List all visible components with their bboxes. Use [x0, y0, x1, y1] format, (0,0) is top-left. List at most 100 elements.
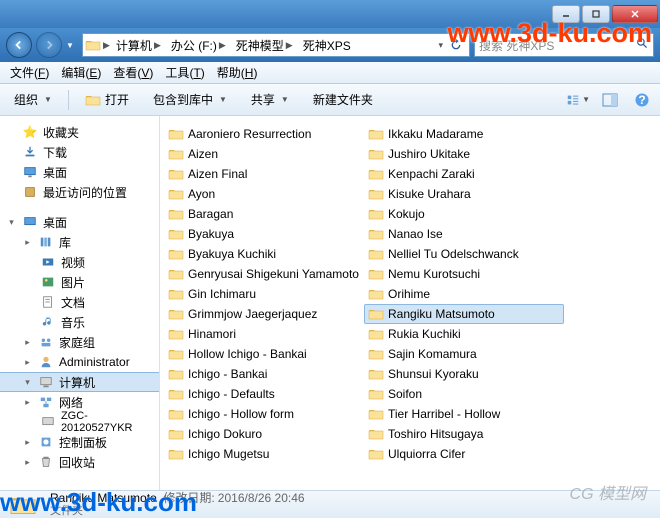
newfolder-button[interactable]: 新建文件夹 — [305, 87, 381, 112]
toolbar: 组织▼ 打开 包含到库中▼ 共享▼ 新建文件夹 ▼ ? — [0, 84, 660, 116]
folder-label: Ichigo Mugetsu — [188, 447, 269, 461]
desktop-icon — [22, 164, 38, 180]
sidebar-administrator[interactable]: ▸Administrator — [0, 352, 159, 372]
folder-item[interactable]: Sajin Komamura — [364, 344, 564, 364]
folder-item[interactable]: Soifon — [364, 384, 564, 404]
sidebar-homegroup[interactable]: ▸家庭组 — [0, 332, 159, 352]
folder-item[interactable]: Ayon — [164, 184, 364, 204]
menu-view[interactable]: 查看(V) — [107, 64, 159, 81]
folder-item[interactable]: Ichigo - Hollow form — [164, 404, 364, 424]
folder-item[interactable]: Toshiro Hitsugaya — [364, 424, 564, 444]
recent-icon — [22, 184, 38, 200]
folder-item[interactable]: Shunsui Kyoraku — [364, 364, 564, 384]
folder-item[interactable]: Genryusai Shigekuni Yamamoto — [164, 264, 364, 284]
controlpanel-icon — [38, 434, 54, 450]
folder-item[interactable]: Rukia Kuchiki — [364, 324, 564, 344]
folder-item[interactable]: Aaroniero Resurrection — [164, 124, 364, 144]
share-button[interactable]: 共享▼ — [243, 87, 297, 112]
folder-item[interactable]: Ulquiorra Cifer — [364, 444, 564, 464]
include-button[interactable]: 包含到库中▼ — [145, 87, 235, 112]
folder-item[interactable]: Jushiro Ukitake — [364, 144, 564, 164]
folder-item[interactable]: Ichigo Dokuro — [164, 424, 364, 444]
breadcrumb-item[interactable]: 死神XPS — [299, 34, 355, 56]
folder-item[interactable]: Byakuya Kuchiki — [164, 244, 364, 264]
breadcrumb-item[interactable]: 办公 (F:)▶ — [167, 34, 232, 56]
folder-label: Toshiro Hitsugaya — [388, 427, 483, 441]
history-dropdown[interactable]: ▼ — [66, 41, 78, 50]
folder-item[interactable]: Nemu Kurotsuchi — [364, 264, 564, 284]
folder-item[interactable]: Ichigo - Bankai — [164, 364, 364, 384]
sidebar-videos[interactable]: 视频 — [0, 252, 159, 272]
watermark-text: CG 模型网 — [570, 480, 646, 504]
folder-item[interactable]: Orihime — [364, 284, 564, 304]
breadcrumb-item[interactable]: 死神模型▶ — [232, 34, 299, 56]
back-button[interactable] — [6, 32, 32, 58]
folder-item[interactable]: Nanao Ise — [364, 224, 564, 244]
folder-item[interactable]: Kenpachi Zaraki — [364, 164, 564, 184]
sidebar-documents[interactable]: 文档 — [0, 292, 159, 312]
folder-label: Nemu Kurotsuchi — [388, 267, 480, 281]
watermark-text: www.3d-ku.com — [0, 487, 197, 518]
folder-label: Nelliel Tu Odelschwanck — [388, 247, 519, 261]
folder-item[interactable]: Baragan — [164, 204, 364, 224]
open-button[interactable]: 打开 — [77, 87, 137, 112]
menu-file[interactable]: 文件(F) — [4, 64, 55, 81]
menu-tools[interactable]: 工具(T) — [159, 64, 210, 81]
folder-label: Byakuya — [188, 227, 234, 241]
folder-item[interactable]: Aizen Final — [164, 164, 364, 184]
folder-item[interactable]: Hollow Ichigo - Bankai — [164, 344, 364, 364]
preview-pane-button[interactable] — [598, 88, 622, 112]
computer-icon — [40, 414, 56, 430]
forward-button[interactable] — [36, 32, 62, 58]
folder-item[interactable]: Tier Harribel - Hollow — [364, 404, 564, 424]
breadcrumb-label: 办公 (F:) — [171, 37, 217, 54]
sidebar-music[interactable]: 音乐 — [0, 312, 159, 332]
view-options-button[interactable]: ▼ — [566, 88, 590, 112]
folder-label: Jushiro Ukitake — [388, 147, 470, 161]
sidebar-downloads[interactable]: 下载 — [0, 142, 159, 162]
folder-item[interactable]: Gin Ichimaru — [164, 284, 364, 304]
folder-item[interactable]: Grimmjow Jaegerjaquez — [164, 304, 364, 324]
folder-item[interactable]: Aizen — [164, 144, 364, 164]
svg-text:?: ? — [638, 93, 645, 107]
chevron-right-icon[interactable]: ▶ — [101, 40, 112, 51]
sidebar-desktop-group[interactable]: ▾桌面 — [0, 212, 159, 232]
recyclebin-icon — [38, 454, 54, 470]
folder-item[interactable]: Ichigo Mugetsu — [164, 444, 364, 464]
address-dropdown[interactable]: ▾ — [436, 40, 445, 51]
help-button[interactable]: ? — [630, 88, 654, 112]
sidebar-network-pc[interactable]: ZGC-20120527YKR — [0, 412, 159, 432]
folder-label: Ikkaku Madarame — [388, 127, 483, 141]
breadcrumb-item[interactable]: 计算机▶ — [112, 34, 167, 56]
menu-edit[interactable]: 编辑(E) — [55, 64, 107, 81]
menu-help[interactable]: 帮助(H) — [211, 64, 264, 81]
folder-label: Shunsui Kyoraku — [388, 367, 479, 381]
folder-item[interactable]: Rangiku Matsumoto — [364, 304, 564, 324]
sidebar-libraries[interactable]: ▸库 — [0, 232, 159, 252]
organize-button[interactable]: 组织▼ — [6, 87, 60, 112]
picture-icon — [40, 274, 56, 290]
folder-label: Ichigo - Defaults — [188, 387, 275, 401]
folder-item[interactable]: Hinamori — [164, 324, 364, 344]
sidebar-controlpanel[interactable]: ▸控制面板 — [0, 432, 159, 452]
sidebar-pictures[interactable]: 图片 — [0, 272, 159, 292]
folder-label: Aizen — [188, 147, 218, 161]
folder-item[interactable]: Ichigo - Defaults — [164, 384, 364, 404]
folder-item[interactable]: Ikkaku Madarame — [364, 124, 564, 144]
video-icon — [40, 254, 56, 270]
sidebar-recent[interactable]: 最近访问的位置 — [0, 182, 159, 202]
sidebar-desktop[interactable]: 桌面 — [0, 162, 159, 182]
folder-label: Gin Ichimaru — [188, 287, 256, 301]
folder-item[interactable]: Kokujo — [364, 204, 564, 224]
sidebar-favorites[interactable]: ⭐收藏夹 — [0, 122, 159, 142]
sidebar-computer[interactable]: ▾计算机 — [0, 372, 159, 392]
folder-item[interactable]: Kisuke Urahara — [364, 184, 564, 204]
library-icon — [38, 234, 54, 250]
folder-label: Byakuya Kuchiki — [188, 247, 276, 261]
folder-item[interactable]: Byakuya — [164, 224, 364, 244]
separator — [68, 90, 69, 110]
folder-item[interactable]: Nelliel Tu Odelschwanck — [364, 244, 564, 264]
address-bar[interactable]: ▶ 计算机▶ 办公 (F:)▶ 死神模型▶ 死神XPS ▾ — [82, 33, 470, 57]
sidebar-network[interactable]: ▸网络 — [0, 392, 159, 412]
sidebar-recyclebin[interactable]: ▸回收站 — [0, 452, 159, 472]
